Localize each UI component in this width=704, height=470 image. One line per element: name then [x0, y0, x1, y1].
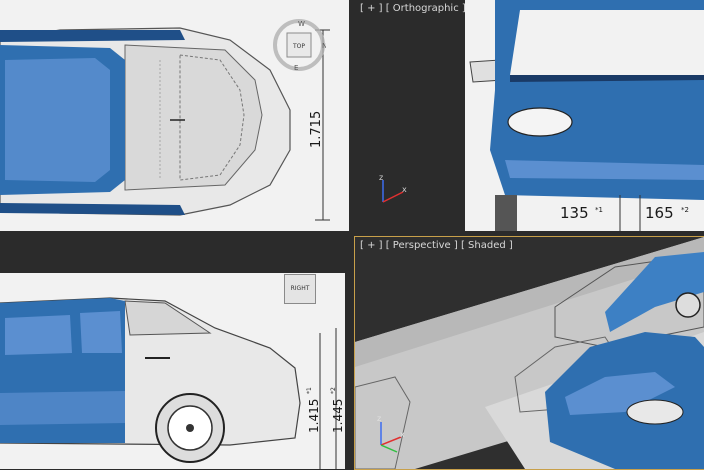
compass-n: N — [322, 42, 326, 50]
top-dimension: 1.715 — [309, 111, 324, 148]
viewport-front[interactable]: [ + ] [ Orthographic ] [ Shaded ] 135 *1… — [355, 0, 704, 231]
right-dim-a: 1.415 — [307, 399, 321, 433]
front-dim-left-sup: *1 — [595, 206, 603, 214]
axis-gizmo-front: z x — [379, 173, 407, 203]
viewport-perspective[interactable]: [ + ] [ Perspective ] [ Shaded ] z x — [355, 237, 704, 469]
axis-x-label: x — [402, 185, 407, 194]
front-dim-right-sup: *2 — [681, 206, 689, 214]
right-dim-b: 1.445 — [331, 399, 345, 433]
front-dim-right: 165 — [645, 204, 674, 222]
viewcube-right[interactable]: RIGHT — [284, 274, 316, 304]
compass-e: E — [294, 64, 298, 72]
axis-z-label: z — [379, 173, 383, 182]
right-dim-a-sup: *1 — [306, 387, 313, 394]
viewport-right[interactable]: 1.415 *1 1.445 *2 RIGHT — [0, 237, 349, 469]
viewcube-top[interactable]: TOP W N E — [272, 18, 326, 72]
viewcube-face-label: TOP — [292, 43, 305, 50]
persp-axis-z: z — [377, 414, 381, 423]
front-dim-left: 135 — [560, 204, 589, 222]
viewport-top[interactable]: 1.715 TOP W N E — [0, 0, 349, 231]
perspective-scene: z x — [355, 237, 704, 469]
viewcube-face-label: RIGHT — [290, 285, 310, 292]
right-dim-b-sup: *2 — [330, 387, 337, 394]
compass-w: W — [298, 20, 305, 28]
persp-axis-x: x — [400, 430, 405, 439]
front-blueprint: 135 *1 165 *2 — [465, 0, 704, 231]
